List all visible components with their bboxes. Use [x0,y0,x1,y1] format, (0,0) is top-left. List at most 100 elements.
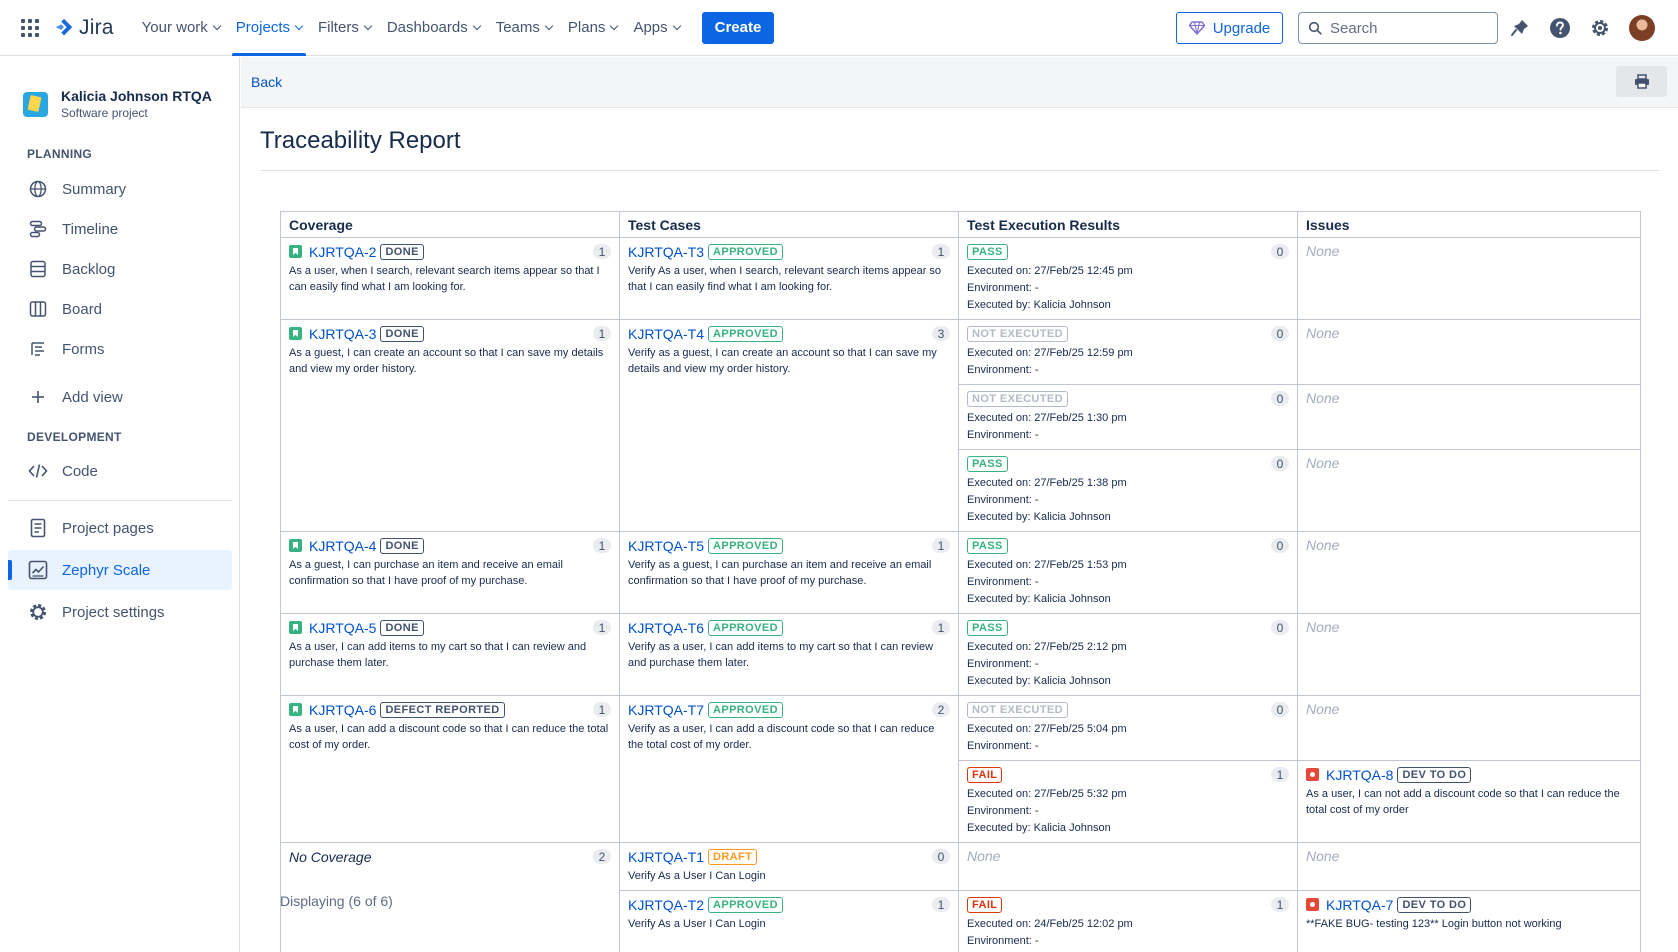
execution-header: PASS 0 [967,619,1289,636]
sidebar-item-label: Summary [62,180,127,198]
coverage-description: As a user, when I search, relevant searc… [289,265,600,293]
search-input[interactable]: Search [1298,12,1498,44]
issues-cell: KJRTQA-7 DEV TO DO **FAKE BUG- testing 123… [1297,890,1641,952]
nav-filters[interactable]: Filters [310,0,379,56]
bug-icon [1306,898,1319,911]
nav-dashboards[interactable]: Dashboards [379,0,488,56]
status-lozenge: APPROVED [707,537,783,554]
main-menu: Your work Projects Filters Dashboards Te… [134,0,688,56]
user-avatar[interactable] [1629,15,1655,41]
add-view-button[interactable]: Add view [8,377,232,417]
create-button[interactable]: Create [701,11,775,44]
story-icon [289,703,302,716]
test-case-header: KJRTQA-T1 DRAFT 0 [628,848,950,865]
sidebar-item-forms[interactable]: Forms [8,329,232,369]
nav-your-work[interactable]: Your work [134,0,228,56]
nav-teams[interactable]: Teams [488,0,560,56]
coverage-header: KJRTQA-2 DONE 1 [289,243,611,260]
sidebar-item-summary[interactable]: Summary [8,169,232,209]
code-icon [28,461,48,481]
settings-gear-icon[interactable] [1588,16,1612,40]
issues-cell: None [1297,842,1641,891]
none-text: None [1306,243,1340,259]
nav-plans[interactable]: Plans [560,0,626,56]
test-case-link[interactable]: KJRTQA-T6 [628,620,704,636]
sidebar-item-project-settings[interactable]: Project settings [8,592,232,632]
test-case-key-group: KJRTQA-T7 APPROVED [628,701,783,718]
execution-result-lozenge[interactable]: FAIL [967,896,1003,913]
test-case-link[interactable]: KJRTQA-T3 [628,244,704,260]
coverage-issue-link[interactable]: KJRTQA-3 [309,326,376,342]
help-icon[interactable] [1548,16,1572,40]
coverage-description: As a user, I can add items to my cart so… [289,641,587,669]
issue-link[interactable]: KJRTQA-8 [1326,767,1393,783]
coverage-issue-link[interactable]: KJRTQA-6 [309,702,376,718]
project-header[interactable]: Kalicia Johnson RTQA Software project [23,88,212,120]
sidebar-item-project-pages[interactable]: Project pages [8,508,232,548]
coverage-issue-link[interactable]: KJRTQA-2 [309,244,376,260]
chevron-down-icon [672,21,681,30]
coverage-issue-link[interactable]: KJRTQA-4 [309,538,376,554]
zephyr-scale-icon [28,560,48,580]
app-switcher-icon[interactable] [21,18,39,37]
execution-count-badge: 0 [1271,620,1289,635]
sidebar-item-board[interactable]: Board [8,289,232,329]
environment: Environment: - [967,658,1039,670]
execution-result-lozenge[interactable]: NOT EXECUTED [967,701,1068,718]
execution-count-badge: 1 [1271,767,1289,782]
notifications-icon[interactable] [1508,16,1532,40]
test-case-link[interactable]: KJRTQA-T5 [628,538,704,554]
test-case-count-badge: 3 [932,326,950,341]
execution-result-lozenge[interactable]: PASS [967,243,1008,260]
test-case-link[interactable]: KJRTQA-T1 [628,849,704,865]
sidebar-item-timeline[interactable]: Timeline [8,209,232,249]
execution-result-lozenge[interactable]: PASS [967,537,1008,554]
nav-apps[interactable]: Apps [625,0,687,56]
print-button[interactable] [1616,66,1667,97]
test-case-link[interactable]: KJRTQA-T4 [628,326,704,342]
execution-cell: None [958,842,1298,891]
execution-header: FAIL 1 [967,896,1289,913]
test-case-key-group: KJRTQA-T4 APPROVED [628,325,783,342]
environment: Environment: - [967,494,1039,506]
execution-result-lozenge[interactable]: PASS [967,455,1008,472]
sidebar-item-label: Board [62,300,103,318]
coverage-issue-link[interactable]: KJRTQA-5 [309,620,376,636]
execution-result-lozenge[interactable]: NOT EXECUTED [967,325,1068,342]
issue-link[interactable]: KJRTQA-7 [1326,897,1393,913]
execution-header: NOT EXECUTED 0 [967,701,1289,718]
gear-icon [28,602,48,622]
nav-label: Projects [235,19,290,36]
execution-result-lozenge[interactable]: PASS [967,619,1008,636]
back-link[interactable]: Back [251,74,282,90]
jira-logo[interactable]: Jira [53,16,114,40]
issues-cell: None [1297,695,1641,761]
sidebar-item-backlog[interactable]: Backlog [8,249,232,289]
timeline-icon [28,219,48,239]
sidebar-divider [8,500,232,501]
column-header-test-cases: Test Cases [619,211,959,238]
coverage-description: As a guest, I can purchase an item and r… [289,559,563,587]
test-case-link[interactable]: KJRTQA-T2 [628,897,704,913]
upgrade-button[interactable]: Upgrade [1176,12,1283,44]
status-lozenge: DRAFT [707,848,758,865]
none-text: None [967,848,1001,864]
execution-result-lozenge[interactable]: FAIL [967,766,1003,783]
search-placeholder: Search [1330,19,1378,37]
board-icon [28,299,48,319]
column-header-test-execution-results: Test Execution Results [958,211,1298,238]
test-case-key-group: KJRTQA-T5 APPROVED [628,537,783,554]
plus-icon [28,387,48,407]
gem-icon [1188,21,1205,35]
pages-icon [28,518,48,538]
sidebar-item-zephyr-scale[interactable]: Zephyr Scale [8,550,232,590]
test-case-link[interactable]: KJRTQA-T7 [628,702,704,718]
add-view-label: Add view [62,388,123,406]
execution-count-badge: 0 [1271,326,1289,341]
nav-projects[interactable]: Projects [228,0,310,56]
sidebar-item-code[interactable]: Code [8,451,232,491]
status-lozenge: APPROVED [707,701,783,718]
backlog-icon [28,259,48,279]
environment: Environment: - [967,740,1039,752]
execution-result-lozenge[interactable]: NOT EXECUTED [967,390,1068,407]
